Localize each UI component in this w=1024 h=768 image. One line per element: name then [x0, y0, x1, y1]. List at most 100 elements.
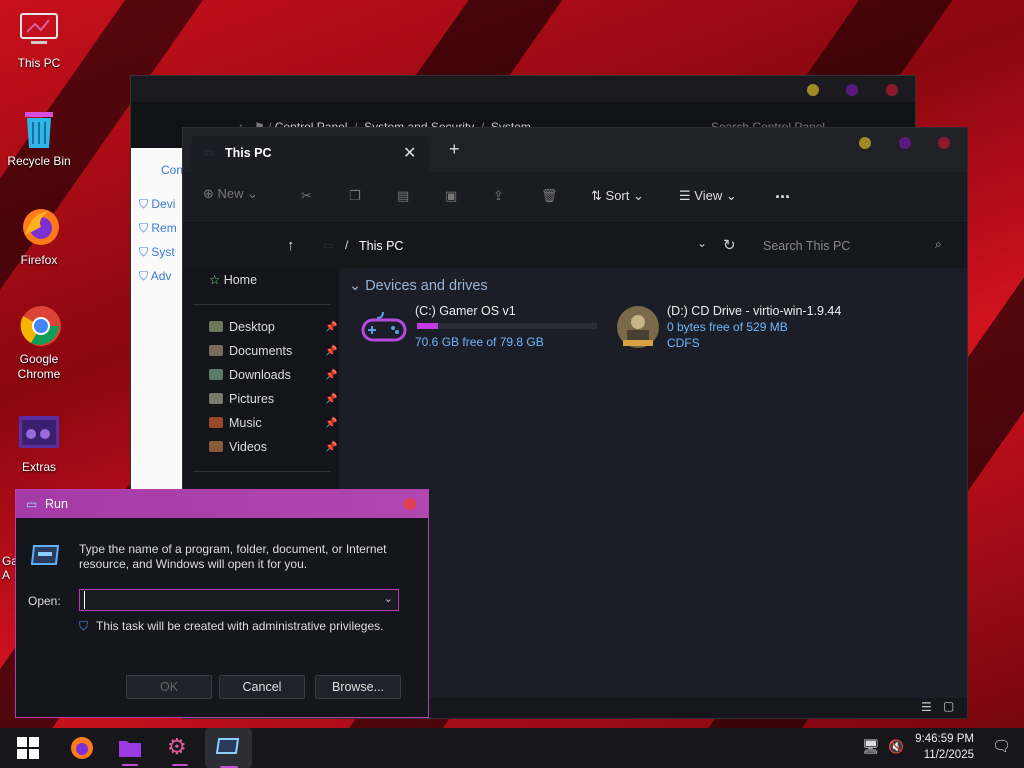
view-icon: ☰ [679, 188, 691, 203]
open-combobox[interactable]: ⌄ [79, 589, 399, 611]
pin-icon[interactable]: 📌 [325, 370, 337, 381]
volume-muted-icon[interactable]: 🔇 [888, 739, 904, 755]
up-arrow-icon[interactable]: ↑ [287, 237, 295, 254]
sidebar-link[interactable]: ⛉ Adv [139, 269, 171, 284]
active-indicator [172, 764, 188, 766]
title-bar[interactable] [131, 76, 915, 102]
pin-icon[interactable]: 📌 [325, 322, 337, 333]
system-clock[interactable]: 9:46:59 PM 11/2/2025 [912, 731, 974, 763]
firefox-icon [17, 205, 61, 249]
drive-name: (C:) Gamer OS v1 [415, 304, 516, 318]
control-panel-sidebar: Con ⛉ Devi ⛉ Rem ⛉ Syst ⛉ Adv [131, 148, 183, 496]
videos-folder-icon [209, 441, 223, 452]
sidebar-item-documents[interactable]: Documents [209, 344, 292, 358]
drive-info: 0 bytes free of 529 MB [667, 320, 788, 334]
notifications-icon[interactable]: 🗨 [992, 737, 1011, 755]
sort-button[interactable]: ⇅ Sort ⌄ [591, 188, 644, 204]
search-icon: ⌕ [935, 237, 942, 251]
shield-icon: ⛉ [79, 619, 89, 633]
close-tab-icon[interactable]: ✕ [403, 143, 416, 163]
address-bar[interactable]: This PC [359, 239, 403, 253]
tiles-view-icon[interactable]: ▢ [943, 699, 954, 713]
details-view-icon[interactable]: ☰ [921, 700, 932, 714]
drive-name: (D:) CD Drive - virtio-win-1.9.44 [667, 304, 842, 318]
desktop-icon-firefox[interactable]: Firefox [6, 205, 72, 268]
desktop-icon-this-pc[interactable]: This PC [6, 8, 72, 71]
plus-circle-icon: ⊕ [203, 186, 214, 201]
pin-icon[interactable]: 📌 [325, 442, 337, 453]
minimize-button[interactable] [859, 137, 871, 149]
network-icon[interactable]: 🖥 [862, 738, 880, 755]
maximize-button[interactable] [899, 137, 911, 149]
desktop-icon-google-chrome[interactable]: Google Chrome [6, 304, 72, 382]
copy-icon[interactable]: ❐ [349, 188, 361, 204]
chrome-icon [17, 304, 61, 348]
pin-icon[interactable]: 📌 [325, 346, 337, 357]
open-input[interactable] [84, 591, 379, 609]
refresh-icon[interactable]: ↻ [723, 236, 736, 254]
divider [193, 471, 331, 472]
shield-icon: ⛉ [139, 269, 149, 283]
shield-icon: ⛉ [139, 197, 149, 211]
chevron-down-icon[interactable]: ⌄ [697, 236, 707, 250]
sidebar-item-downloads[interactable]: Downloads [209, 368, 291, 382]
drive-item-c[interactable]: (C:) Gamer OS v1 70.6 GB free of 79.8 GB [361, 304, 601, 354]
sidebar-item-desktop[interactable]: Desktop [209, 320, 275, 334]
sidebar-link[interactable]: ⛉ Devi [139, 197, 175, 212]
sidebar-item-home[interactable]: ☆ Home [209, 272, 257, 287]
open-label: Open: [28, 594, 61, 608]
sidebar-item-pictures[interactable]: Pictures [209, 392, 274, 406]
cancel-button[interactable]: Cancel [219, 675, 305, 699]
divider [193, 304, 331, 305]
new-tab-button[interactable]: + [449, 139, 460, 160]
more-options-button[interactable]: ... [775, 182, 790, 203]
tab-this-pc[interactable]: ▭ This PC ✕ [191, 136, 429, 172]
close-button[interactable] [404, 498, 416, 510]
desktop-icon-recycle-bin[interactable]: Recycle Bin [6, 106, 72, 169]
sidebar-link[interactable]: ⛉ Rem [139, 221, 177, 236]
content-pane: ⌄ Devices and drives (C:) Gamer OS v1 70… [341, 268, 967, 698]
drive-item-d[interactable]: (D:) CD Drive - virtio-win-1.9.44 0 byte… [615, 304, 855, 354]
pin-icon[interactable]: 📌 [325, 394, 337, 405]
start-button[interactable] [8, 734, 48, 766]
desktop-icon-extras[interactable]: Extras [6, 412, 72, 475]
taskbar-firefox[interactable] [62, 734, 102, 766]
taskbar-file-explorer[interactable] [110, 734, 150, 766]
run-dialog[interactable]: ▭ Run Type the name of a program, folder… [15, 489, 429, 718]
close-button[interactable] [886, 84, 898, 96]
ok-button[interactable]: OK [126, 675, 212, 699]
new-button[interactable]: ⊕ New ⌄ [203, 186, 258, 202]
delete-icon[interactable]: 🗑 [541, 188, 558, 204]
clock-date: 11/2/2025 [923, 749, 974, 761]
windows-icon [17, 737, 39, 759]
music-folder-icon [209, 417, 223, 428]
browse-button[interactable]: Browse... [315, 675, 401, 699]
minimize-button[interactable] [807, 84, 819, 96]
desktop-icon-label: Recycle Bin [7, 154, 71, 168]
section-header-devices[interactable]: ⌄ Devices and drives [349, 278, 488, 294]
gear-icon: ⚙ [167, 734, 187, 759]
cut-icon[interactable]: ✂ [301, 188, 312, 204]
paste-icon[interactable]: ▤ [397, 188, 409, 204]
sidebar-link[interactable]: Con [161, 163, 183, 177]
home-icon: ☆ [209, 273, 221, 287]
maximize-button[interactable] [846, 84, 858, 96]
chevron-down-icon[interactable]: ⌄ [384, 592, 393, 605]
search-input[interactable]: Search This PC [763, 239, 850, 253]
drive-filesystem: CDFS [667, 336, 700, 350]
share-icon[interactable]: ⇪ [493, 188, 504, 204]
close-button[interactable] [938, 137, 950, 149]
run-title-bar[interactable]: ▭ Run [16, 490, 428, 518]
sidebar-item-videos[interactable]: Videos [209, 440, 267, 454]
pictures-folder-icon [209, 393, 223, 404]
desktop-icon-label: Google Chrome [17, 352, 61, 381]
game-disc-icon [617, 306, 659, 348]
run-icon [216, 738, 240, 754]
taskbar-run[interactable] [205, 728, 252, 768]
sidebar-link[interactable]: ⛉ Syst [139, 245, 175, 260]
rename-icon[interactable]: ▣ [445, 188, 457, 204]
pin-icon[interactable]: 📌 [325, 418, 337, 429]
view-button[interactable]: ☰ View ⌄ [679, 188, 737, 204]
sidebar-item-music[interactable]: Music [209, 416, 262, 430]
taskbar-settings[interactable]: ⚙ [160, 734, 200, 766]
